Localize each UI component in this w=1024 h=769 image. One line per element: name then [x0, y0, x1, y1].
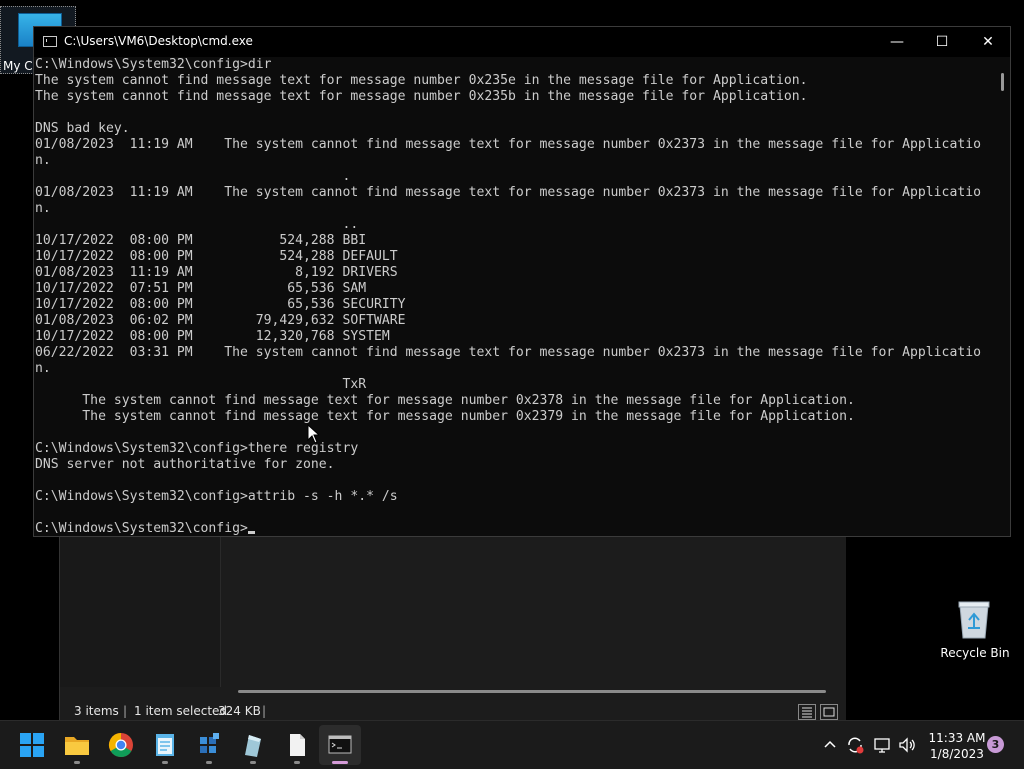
chrome-icon [108, 733, 133, 758]
command-prompt-icon [328, 735, 352, 754]
active-indicator [332, 761, 348, 764]
running-indicator [294, 761, 300, 764]
start-button[interactable] [16, 729, 48, 761]
notepad-icon [156, 734, 174, 756]
volume-icon[interactable] [897, 735, 917, 755]
clock[interactable]: 11:33 AM 1/8/2023 [926, 730, 988, 762]
console-line: The system cannot find message text for … [35, 89, 808, 104]
console-line: 10/17/2022 08:00 PM 12,320,768 SYSTEM [35, 329, 390, 344]
taskbar-paint[interactable] [237, 729, 269, 761]
recycle-bin-label: Recycle Bin [940, 646, 1010, 660]
running-indicator [206, 761, 212, 764]
minimize-button[interactable]: — [874, 27, 920, 57]
folder-icon [65, 737, 89, 755]
close-button[interactable]: ✕ [965, 27, 1011, 57]
recycle-bin-desktop-icon[interactable]: Recycle Bin [940, 596, 1010, 660]
clock-time: 11:33 AM [928, 731, 986, 745]
show-hidden-icons-chevron-icon[interactable] [820, 735, 840, 755]
console-line: 10/17/2022 08:00 PM 524,288 DEFAULT [35, 249, 398, 264]
status-divider: | [123, 704, 128, 718]
taskbar-document[interactable] [281, 729, 313, 761]
horizontal-scrollbar[interactable] [238, 690, 826, 693]
console-line: 06/22/2022 03:31 PM The system cannot fi… [35, 345, 981, 360]
network-icon[interactable] [872, 735, 892, 755]
console-line: The system cannot find message text for … [35, 393, 855, 408]
title-bar[interactable]: C:\Users\VM6\Desktop\cmd.exe — ☐ ✕ [34, 27, 1010, 57]
console-line: DNS server not authoritative for zone. [35, 457, 335, 472]
maximize-button[interactable]: ☐ [919, 27, 965, 57]
details-view-button[interactable] [798, 704, 816, 720]
console-line: .. [35, 217, 359, 232]
console-line: C:\Windows\System32\config> [35, 521, 995, 536]
explorer-status-bar: 3 items | 1 item selected 324 KB | [60, 702, 840, 722]
clock-date: 1/8/2023 [930, 747, 984, 761]
console-line: n. [35, 201, 51, 216]
console-app-icon [43, 36, 57, 47]
notification-badge[interactable]: 3 [987, 736, 1004, 753]
windows-logo-icon [20, 733, 44, 757]
taskbar-chrome[interactable] [105, 729, 137, 761]
console-line: n. [35, 361, 51, 376]
console-output[interactable]: C:\Windows\System32\config>dir The system… [34, 57, 995, 536]
console-line: TxR [35, 377, 367, 392]
large-icons-view-icon [823, 707, 835, 717]
paint-icon [245, 735, 261, 757]
large-icons-view-button[interactable] [820, 704, 838, 720]
running-indicator [250, 761, 256, 764]
console-line: The system cannot find message text for … [35, 409, 855, 424]
selection-text: 1 item selected [134, 704, 228, 718]
taskbar-file-explorer[interactable] [61, 729, 93, 761]
vertical-scrollbar-thumb[interactable] [1001, 73, 1004, 91]
selection-size-text: 324 KB [218, 704, 261, 718]
console-line: 01/08/2023 06:02 PM 79,429,632 SOFTWARE [35, 313, 406, 328]
console-line: 10/17/2022 08:00 PM 65,536 SECURITY [35, 297, 406, 312]
status-divider: | [262, 704, 267, 718]
file-explorer-window[interactable]: 3 items | 1 item selected 324 KB | [59, 537, 846, 724]
recycle-bin-icon [958, 601, 990, 639]
running-indicator [162, 761, 168, 764]
blank-document-icon [290, 734, 305, 756]
text-cursor [247, 531, 255, 534]
console-line: DNS bad key. [35, 121, 130, 136]
taskbar-notepad[interactable] [149, 729, 181, 761]
mouse-pointer-icon [307, 424, 319, 444]
console-line: . [35, 169, 351, 184]
taskbar-command-prompt[interactable] [319, 725, 361, 765]
details-view-icon [802, 707, 812, 718]
console-line: C:\Windows\System32\config>dir [35, 57, 272, 72]
console-line: 01/08/2023 11:19 AM 8,192 DRIVERS [35, 265, 398, 280]
running-indicator [74, 761, 80, 764]
window-title: C:\Users\VM6\Desktop\cmd.exe [64, 34, 253, 48]
console-line: n. [35, 153, 51, 168]
console-line: 10/17/2022 08:00 PM 524,288 BBI [35, 233, 367, 248]
console-line: The system cannot find message text for … [35, 73, 808, 88]
sync-alert-icon[interactable] [845, 735, 865, 755]
command-prompt-window[interactable]: C:\Users\VM6\Desktop\cmd.exe — ☐ ✕ C:\Wi… [33, 26, 1011, 537]
console-line: C:\Windows\System32\config>there registr… [35, 441, 359, 456]
console-line: C:\Windows\System32\config>attrib -s -h … [35, 489, 398, 504]
navigation-pane[interactable] [60, 537, 221, 687]
console-line: 01/08/2023 11:19 AM The system cannot fi… [35, 185, 981, 200]
item-count-text: 3 items [74, 704, 119, 718]
console-line: 01/08/2023 11:19 AM The system cannot fi… [35, 137, 981, 152]
taskbar: 11:33 AM 1/8/2023 3 [0, 720, 1024, 769]
taskbar-registry-editor[interactable] [193, 729, 225, 761]
registry-editor-icon [200, 733, 219, 753]
console-line: 10/17/2022 07:51 PM 65,536 SAM [35, 281, 367, 296]
